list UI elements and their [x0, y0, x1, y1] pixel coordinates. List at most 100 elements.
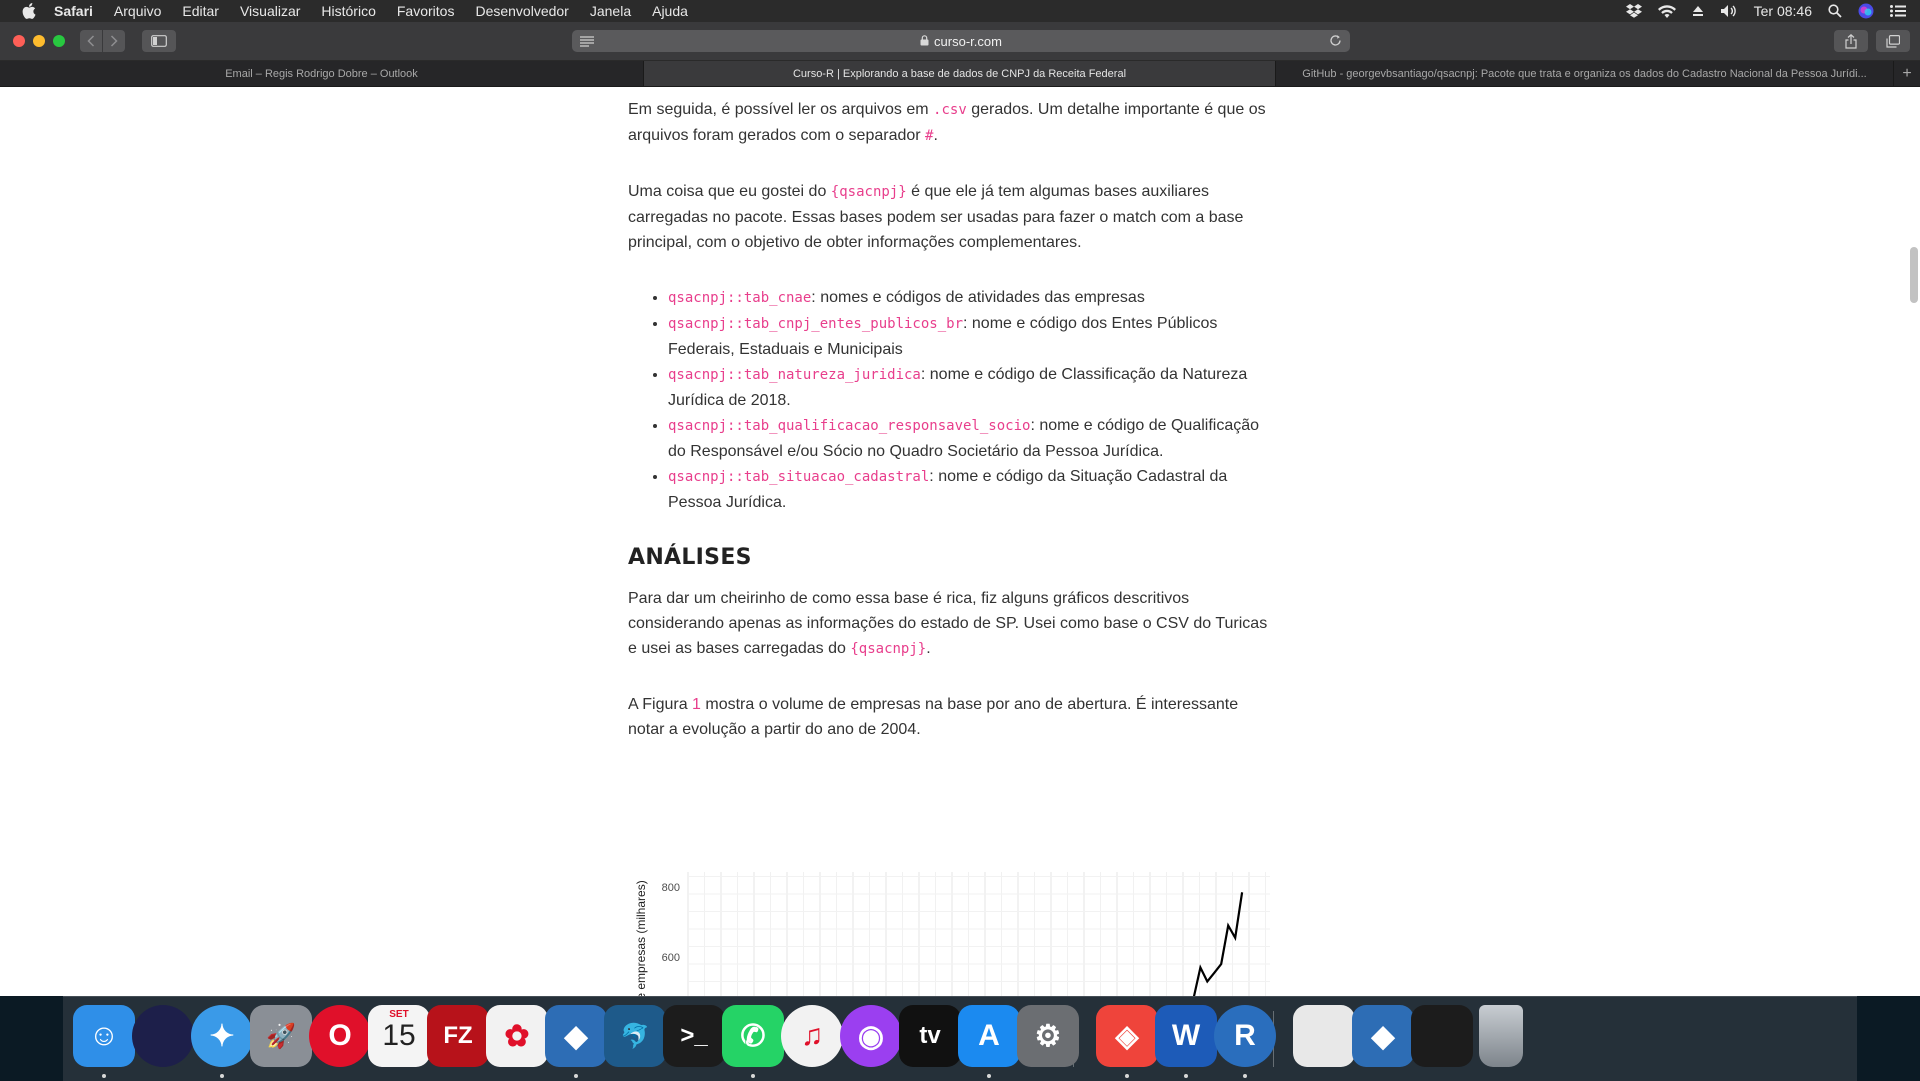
dock-icon-glyph: ✆ [722, 1005, 784, 1067]
inline-code: {qsacnpj} [830, 184, 907, 200]
calendar-icon[interactable]: 15 SET [368, 1005, 430, 1067]
dropbox-icon[interactable] [1625, 4, 1642, 18]
dock-icon-glyph: ◆ [1352, 1005, 1414, 1067]
safari-window: curso-r.com Email – Regis Rodrigo Dobre … [0, 22, 1920, 996]
text: A Figura [628, 696, 693, 713]
whatsapp-window-icon[interactable] [1411, 1005, 1473, 1067]
new-tab-button[interactable]: + [1894, 61, 1920, 86]
terminal-icon[interactable]: >_ [663, 1005, 725, 1067]
tab-curso-r[interactable]: Curso-R | Explorando a base de dados de … [644, 61, 1276, 86]
dock-icon-glyph: A [958, 1005, 1020, 1067]
whatsapp-icon[interactable]: ✆ [722, 1005, 784, 1067]
list-item: qsacnpj::tab_situacao_cadastral: nome e … [668, 464, 1278, 515]
url-text: curso-r.com [934, 33, 1002, 49]
trash-icon[interactable] [1470, 1005, 1532, 1067]
tab-overview-button[interactable] [1876, 30, 1910, 52]
paragraph-csv: Em seguida, é possível ler os arquivos e… [628, 97, 1278, 149]
photos-icon[interactable]: ✿ [486, 1005, 548, 1067]
forward-button[interactable] [103, 30, 125, 52]
running-indicator [1184, 1074, 1188, 1078]
dock-icon-glyph: ♫ [781, 1005, 843, 1067]
notification-center-icon[interactable] [1890, 5, 1906, 17]
running-indicator [751, 1074, 755, 1078]
share-button[interactable] [1834, 30, 1868, 52]
section-heading-analises: ANÁLISES [628, 545, 752, 570]
app-store-icon[interactable]: A [958, 1005, 1020, 1067]
apple-tv-icon[interactable]: tv [899, 1005, 961, 1067]
dock-icon-glyph: ⚙ [1017, 1005, 1079, 1067]
chevron-right-icon [110, 35, 118, 47]
paragraph-analysis-intro: Para dar um cheirinho de como essa base … [628, 586, 1278, 662]
figure-reference-link[interactable]: 1 [692, 696, 701, 713]
reader-view-icon[interactable] [580, 35, 594, 50]
volume-icon[interactable] [1720, 4, 1738, 18]
tab-github[interactable]: GitHub - georgevbsantiago/qsacnpj: Pacot… [1276, 61, 1894, 86]
menu-historico[interactable]: Histórico [321, 3, 375, 19]
menu-app-name[interactable]: Safari [54, 3, 93, 19]
anydesk-icon[interactable]: ◈ [1096, 1005, 1158, 1067]
dock-icon-glyph: ◈ [1096, 1005, 1158, 1067]
list-item: qsacnpj::tab_qualificacao_responsavel_so… [668, 413, 1278, 464]
menu-visualizar[interactable]: Visualizar [240, 3, 300, 19]
menu-desenvolvedor[interactable]: Desenvolvedor [475, 3, 568, 19]
preview-window-icon[interactable] [1293, 1005, 1355, 1067]
zoom-window-button[interactable] [53, 35, 65, 47]
paragraph-auxiliary-bases: Uma coisa que eu gostei do {qsacnpj} é q… [628, 179, 1278, 255]
line-chart: 800600400 ade de empresas (milhares) [634, 872, 1270, 996]
text: mostra o volume de empresas na base por … [628, 696, 1239, 738]
minimize-window-button[interactable] [33, 35, 45, 47]
close-window-button[interactable] [13, 35, 25, 47]
dock: ☺ ✦ 🚀 O 15 SET FZ ✿ ◆ 🐬 >_ ✆ ♫ ◉ tv A ⚙ ◈ W R ◆ [63, 996, 1857, 1081]
menu-editar[interactable]: Editar [182, 3, 219, 19]
finder-icon[interactable]: ☺ [73, 1005, 135, 1067]
eject-icon[interactable] [1692, 5, 1704, 17]
mysql-workbench-icon[interactable]: 🐬 [604, 1005, 666, 1067]
wifi-icon[interactable] [1657, 4, 1676, 18]
siri-icon[interactable] [132, 1005, 194, 1067]
inline-code: {qsacnpj} [850, 641, 927, 657]
clock[interactable]: Ter 08:46 [1754, 3, 1812, 19]
tab-outlook[interactable]: Email – Regis Rodrigo Dobre – Outlook [0, 61, 644, 86]
opera-icon[interactable]: O [309, 1005, 371, 1067]
dock-icon-glyph: 🚀 [250, 1005, 312, 1067]
spotlight-search-icon[interactable] [1828, 4, 1842, 18]
text: . [926, 640, 931, 657]
virtualbox-window-icon[interactable]: ◆ [1352, 1005, 1414, 1067]
menu-janela[interactable]: Janela [590, 3, 631, 19]
web-page: Em seguida, é possível ler os arquivos e… [0, 87, 1920, 996]
virtualbox-icon[interactable]: ◆ [545, 1005, 607, 1067]
chart-grid [687, 872, 1270, 996]
data-series-line [1192, 892, 1244, 996]
safari-icon[interactable]: ✦ [191, 1005, 253, 1067]
podcasts-icon[interactable]: ◉ [840, 1005, 902, 1067]
inline-code: .csv [933, 102, 967, 118]
dock-icon-glyph: ◆ [545, 1005, 607, 1067]
dock-icon-glyph: R [1214, 1005, 1276, 1067]
menu-arquivo[interactable]: Arquivo [114, 3, 161, 19]
music-icon[interactable]: ♫ [781, 1005, 843, 1067]
browser-toolbar: curso-r.com [0, 22, 1920, 61]
running-indicator [220, 1074, 224, 1078]
list-item: qsacnpj::tab_natureza_juridica: nome e c… [668, 362, 1278, 413]
word-icon[interactable]: W [1155, 1005, 1217, 1067]
dock-icon-glyph [132, 1005, 194, 1067]
lock-icon [920, 34, 929, 49]
system-preferences-icon[interactable]: ⚙ [1017, 1005, 1079, 1067]
filezilla-icon[interactable]: FZ [427, 1005, 489, 1067]
running-indicator [987, 1074, 991, 1078]
running-indicator [574, 1074, 578, 1078]
menu-favoritos[interactable]: Favoritos [397, 3, 455, 19]
running-indicator [102, 1074, 106, 1078]
page-scrollbar[interactable] [1910, 247, 1918, 303]
sidebar-toggle-button[interactable] [142, 30, 176, 52]
inline-code: qsacnpj::tab_cnpj_entes_publicos_br [668, 316, 964, 332]
apple-menu-icon[interactable] [18, 3, 40, 19]
launchpad-icon[interactable]: 🚀 [250, 1005, 312, 1067]
menu-ajuda[interactable]: Ajuda [652, 3, 688, 19]
address-bar[interactable]: curso-r.com [572, 30, 1350, 52]
back-button[interactable] [80, 30, 102, 52]
r-icon[interactable]: R [1214, 1005, 1276, 1067]
reload-icon[interactable] [1329, 34, 1342, 50]
siri-menu-icon[interactable] [1858, 3, 1874, 19]
text: Uma coisa que eu gostei do [628, 183, 831, 200]
